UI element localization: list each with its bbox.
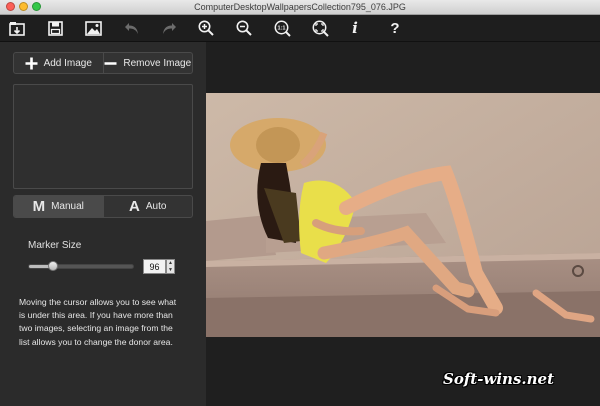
- zoom-out-button[interactable]: [234, 18, 254, 38]
- auto-mode-icon: A: [129, 198, 140, 215]
- remove-image-label: Remove Image: [123, 57, 192, 69]
- help-icon: ?: [390, 19, 400, 37]
- photo-image: [206, 93, 600, 337]
- toolbar: 1:1 i ?: [0, 15, 600, 42]
- plus-icon: [25, 57, 38, 69]
- watermark: Soft-wins.net: [443, 370, 555, 388]
- open-icon: [9, 21, 25, 36]
- image-button[interactable]: [83, 18, 103, 38]
- info-button[interactable]: i: [345, 18, 365, 38]
- redo-icon: [162, 22, 176, 34]
- info-icon: i: [352, 19, 358, 37]
- stepper-down-icon[interactable]: ▼: [167, 267, 174, 274]
- fit-button[interactable]: [310, 18, 330, 38]
- undo-icon: [124, 22, 138, 34]
- image-list-controls: Add Image Remove Image: [13, 52, 193, 74]
- slider-thumb[interactable]: [47, 261, 58, 271]
- redo-button[interactable]: [159, 18, 179, 38]
- marker-size-label: Marker Size: [28, 240, 82, 251]
- minus-icon: [104, 61, 117, 65]
- auto-mode-label: Auto: [145, 201, 167, 212]
- marker-size-input[interactable]: 96: [143, 259, 166, 274]
- marker-size-stepper[interactable]: ▲ ▼: [166, 259, 175, 274]
- photo-canvas[interactable]: [206, 93, 600, 337]
- manual-mode-icon: M: [32, 198, 46, 215]
- remove-image-button[interactable]: Remove Image: [102, 53, 193, 73]
- help-button[interactable]: ?: [385, 18, 405, 38]
- actual-size-icon: 1:1: [274, 20, 291, 37]
- zoom-out-icon: [236, 20, 252, 36]
- add-image-button[interactable]: Add Image: [14, 53, 103, 73]
- zoom-in-icon: [198, 20, 214, 36]
- auto-mode-button[interactable]: A Auto: [102, 196, 193, 217]
- save-button[interactable]: [45, 18, 65, 38]
- title-bar: ComputerDesktopWallpapersCollection795_0…: [0, 0, 600, 15]
- manual-mode-button[interactable]: M Manual: [14, 196, 103, 217]
- actual-size-button[interactable]: 1:1: [272, 18, 292, 38]
- actual-size-label: 1:1: [277, 25, 285, 31]
- window-title: ComputerDesktopWallpapersCollection795_0…: [194, 2, 406, 12]
- open-button[interactable]: [7, 18, 27, 38]
- marker-size-slider[interactable]: [28, 261, 134, 271]
- fit-icon: [312, 20, 329, 37]
- image-icon: [84, 20, 102, 36]
- mode-selector: M Manual A Auto: [13, 195, 193, 218]
- manual-mode-label: Manual: [51, 201, 84, 212]
- help-text: Moving the cursor allows you to see what…: [19, 297, 177, 347]
- add-image-label: Add Image: [43, 57, 92, 69]
- image-list[interactable]: [13, 84, 193, 189]
- save-icon: [47, 20, 63, 36]
- undo-button[interactable]: [121, 18, 141, 38]
- zoom-in-button[interactable]: [196, 18, 216, 38]
